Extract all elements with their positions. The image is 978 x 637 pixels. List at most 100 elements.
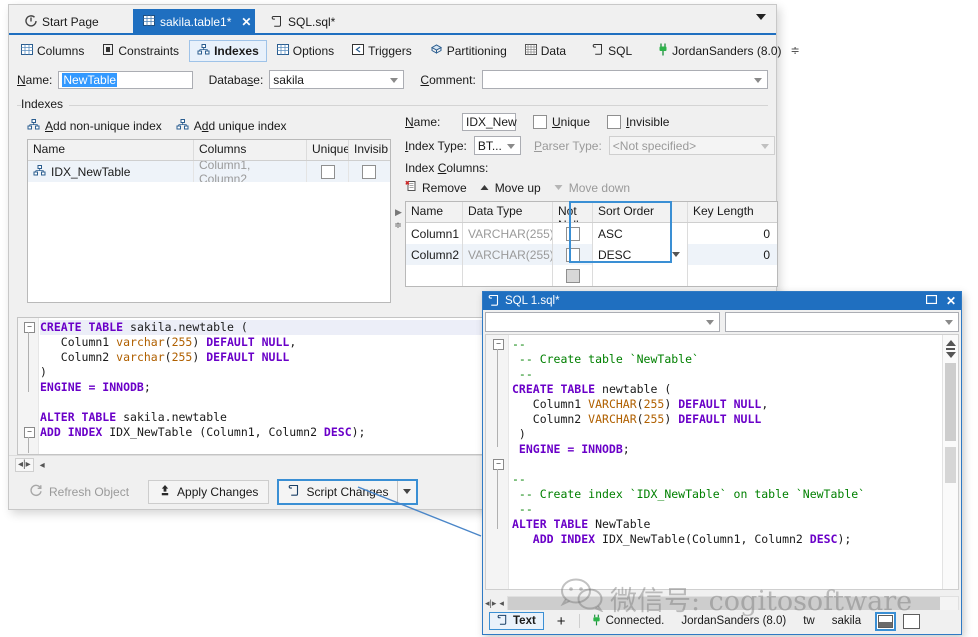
object-select[interactable] (724, 312, 959, 332)
apply-changes-button[interactable]: Apply Changes (148, 479, 270, 504)
index-columns-header: Name Data Type Not Null Sort Order Key L… (406, 202, 777, 223)
tab-options[interactable]: Options (269, 40, 342, 62)
index-name-input[interactable]: IDX_New (462, 113, 517, 131)
unique-checkbox[interactable] (533, 115, 547, 129)
index-name-cell[interactable]: IDX_NewTable (28, 161, 194, 182)
remove-column-button[interactable]: Remove (405, 180, 467, 195)
index-columns-grid[interactable]: Name Data Type Not Null Sort Order Key L… (405, 201, 778, 287)
schema-select[interactable] (485, 312, 720, 332)
invisible-checkbox-field[interactable]: Invisible (607, 115, 669, 129)
split-handle-icon[interactable]: ◂|▸ (485, 598, 496, 609)
horizontal-scrollbar[interactable] (506, 595, 959, 611)
sql-window-titlebar[interactable]: SQL 1.sql* ✕ (483, 292, 961, 310)
tab-triggers[interactable]: Triggers (344, 40, 420, 62)
scroll-thumb[interactable] (507, 596, 940, 610)
tab-sakila-table1[interactable]: sakila.table1* ✕ (133, 9, 255, 35)
table-name-input[interactable]: NewTable (58, 70, 193, 89)
move-up-button[interactable]: Move up (479, 181, 541, 195)
divider (578, 614, 580, 628)
index-type-select[interactable]: BT... (473, 136, 521, 155)
chevron-down-icon[interactable] (672, 252, 680, 257)
single-view-icon[interactable] (903, 613, 921, 629)
text-view-button[interactable]: Text (489, 612, 544, 630)
column-key-length-cell[interactable] (688, 265, 775, 286)
invisible-checkbox[interactable] (607, 115, 622, 129)
script-changes-button[interactable]: Script Changes (277, 478, 419, 505)
col-header-not-null: Not Null (553, 202, 593, 222)
scroll-thumb-secondary[interactable] (945, 447, 956, 483)
fold-marker-icon[interactable]: − (24, 427, 35, 438)
invisible-checkbox[interactable] (361, 164, 376, 179)
add-non-unique-index-button[interactable]: Add non-unique index (27, 119, 162, 133)
horizontal-scroll-row[interactable]: ◂|▸ ◂ (485, 595, 959, 611)
database-select[interactable]: sakila (269, 70, 405, 89)
scroll-up-icon[interactable] (946, 340, 956, 346)
unique-checkbox[interactable] (320, 164, 335, 179)
panel-splitter[interactable]: ≑ (393, 145, 403, 305)
column-sort-order-cell[interactable] (593, 265, 688, 286)
column-name-cell[interactable] (406, 265, 463, 286)
column-not-null-cell[interactable] (553, 223, 593, 244)
script-changes-main[interactable]: Script Changes (279, 481, 397, 503)
unique-checkbox-field[interactable]: Unique (533, 115, 590, 129)
add-tab-button[interactable]: + (551, 613, 572, 630)
index-unique-cell[interactable] (307, 161, 349, 182)
column-sort-order-cell[interactable]: ASC (593, 223, 688, 244)
code-token: Column2 (754, 532, 810, 546)
code-token: -- (512, 472, 526, 486)
table-row[interactable]: Column2 VARCHAR(255) DESC 0 (406, 244, 777, 265)
fold-marker-icon[interactable]: − (24, 322, 35, 333)
column-name-cell[interactable]: Column1 (406, 223, 463, 244)
tab-columns[interactable]: Columns (13, 40, 92, 62)
toolbar-overflow-icon[interactable]: ≑ (791, 44, 800, 57)
tab-sql[interactable]: SQL (584, 39, 640, 62)
column-not-null-cell[interactable] (553, 265, 593, 286)
not-null-checkbox[interactable] (565, 226, 580, 241)
scroll-thumb[interactable] (945, 363, 956, 441)
group-line-right (69, 105, 768, 106)
table-row[interactable]: IDX_NewTable Column1, Column2 (28, 161, 390, 182)
indexes-grid[interactable]: Name Columns Unique Invisible IDX_NewTab… (27, 139, 391, 303)
column-data-type-cell: VARCHAR(255) (463, 244, 553, 265)
fold-marker-icon[interactable]: − (493, 339, 504, 350)
table-row[interactable]: Column1 VARCHAR(255) ASC 0 (406, 223, 777, 244)
tab-indexes[interactable]: Indexes (189, 39, 267, 62)
comment-input[interactable] (481, 70, 768, 89)
collapse-toggle-icon[interactable]: ◂|▸ (15, 458, 34, 472)
tab-constraints[interactable]: Constraints (94, 40, 187, 62)
index-invisible-cell[interactable] (349, 161, 388, 182)
maximize-icon[interactable] (925, 294, 938, 307)
scroll-left-icon[interactable]: ◂ (499, 598, 504, 609)
add-unique-index-button[interactable]: Add unique index (176, 119, 287, 133)
code-token: DESC (323, 425, 352, 439)
sql-editor-area[interactable]: − − -- -- Create table `NewTable` -- CREA… (485, 334, 959, 590)
split-view-icon[interactable] (875, 611, 897, 631)
fold-marker-icon[interactable]: − (493, 459, 504, 470)
column-key-length-cell[interactable]: 0 (688, 244, 775, 265)
code-token: 255 (643, 397, 665, 411)
scroll-left-icon[interactable]: ◂ (40, 460, 45, 471)
not-null-checkbox[interactable] (565, 268, 580, 283)
code-line: -- (512, 472, 956, 487)
button-label: Refresh Object (49, 484, 130, 499)
script-changes-dropdown[interactable] (397, 480, 416, 503)
close-icon[interactable]: ✕ (946, 294, 956, 308)
code-token: CREATE TABLE (512, 382, 603, 396)
table-row[interactable] (406, 265, 777, 286)
tab-start-page[interactable]: Start Page (15, 9, 127, 35)
column-key-length-cell[interactable]: 0 (688, 223, 775, 244)
not-null-checkbox[interactable] (565, 247, 580, 262)
scroll-down-icon[interactable] (946, 352, 956, 358)
column-name-cell[interactable]: Column2 (406, 244, 463, 265)
tab-close-icon[interactable]: ✕ (241, 15, 251, 29)
chevron-down-icon[interactable] (756, 14, 766, 20)
expand-arrow-icon[interactable]: ▶ (395, 207, 402, 218)
vertical-scrollbar[interactable] (942, 335, 958, 589)
tab-partitioning[interactable]: Partitioning (422, 39, 515, 62)
column-sort-order-cell[interactable]: DESC (593, 244, 688, 265)
connection-status: Connected. (587, 614, 670, 629)
tab-data[interactable]: Data (517, 40, 574, 62)
tab-sql-sql[interactable]: SQL.sql* (261, 9, 357, 35)
column-not-null-cell[interactable] (553, 244, 593, 265)
connection-indicator[interactable]: JordanSanders (8.0) (650, 39, 789, 63)
